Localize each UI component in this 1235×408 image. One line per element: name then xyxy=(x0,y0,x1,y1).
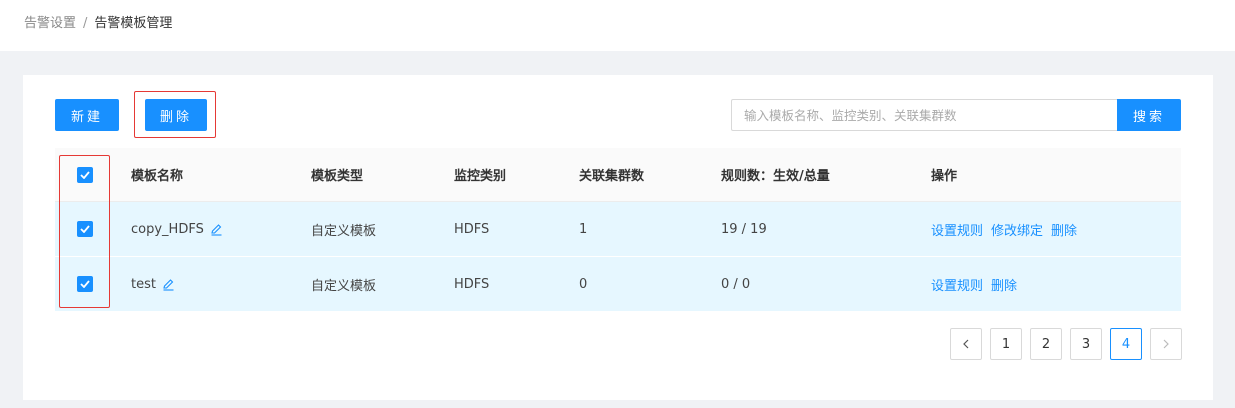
breadcrumb-current: 告警模板管理 xyxy=(94,16,173,31)
set-rules-link[interactable]: 设置规则 xyxy=(931,220,983,239)
rule-count: 0 / 0 xyxy=(721,276,751,292)
check-icon xyxy=(80,225,90,233)
column-header-rules: 规则数：生效/总量 xyxy=(721,169,830,184)
chevron-left-icon xyxy=(963,339,969,349)
check-icon xyxy=(80,170,90,179)
pagination-page-1[interactable]: 1 xyxy=(990,328,1022,360)
template-type: 自定义模板 xyxy=(311,278,377,294)
row-checkbox[interactable] xyxy=(77,276,93,292)
monitor-category: HDFS xyxy=(454,221,490,237)
pagination-prev[interactable] xyxy=(950,328,982,360)
monitor-category: HDFS xyxy=(454,276,490,292)
table-header: 模板名称 模板类型 监控类别 关联集群数 规则数：生效/总量 操作 xyxy=(55,148,1181,202)
breadcrumb-parent[interactable]: 告警设置 xyxy=(24,16,76,31)
row-checkbox-cell xyxy=(77,202,93,256)
row-checkbox[interactable] xyxy=(77,221,93,237)
template-name: copy_HDFS xyxy=(131,221,204,237)
template-name-cell: test xyxy=(131,257,175,311)
header-checkbox-cell xyxy=(77,148,93,201)
set-rules-link[interactable]: 设置规则 xyxy=(931,275,983,294)
table-row: test 自定义模板 HDFS 0 0 / 0 设置规则 删除 xyxy=(55,257,1181,312)
column-header-name: 模板名称 xyxy=(131,169,184,184)
table-row: copy_HDFS 自定义模板 HDFS 1 19 / 19 设置规则 修改绑定… xyxy=(55,202,1181,257)
row-actions: 设置规则 修改绑定 删除 xyxy=(931,202,1085,256)
breadcrumb: 告警设置 / 告警模板管理 xyxy=(24,15,172,33)
delete-button[interactable]: 删除 xyxy=(145,99,207,131)
breadcrumb-separator: / xyxy=(83,16,88,31)
pagination-page-4[interactable]: 4 xyxy=(1110,328,1142,360)
template-table: 模板名称 模板类型 监控类别 关联集群数 规则数：生效/总量 操作 copy_H… xyxy=(55,148,1181,312)
pagination-page-2[interactable]: 2 xyxy=(1030,328,1062,360)
template-name: test xyxy=(131,276,156,292)
new-button[interactable]: 新建 xyxy=(55,99,119,131)
column-header-category: 监控类别 xyxy=(454,169,507,184)
check-icon xyxy=(80,280,90,288)
pagination-page-3[interactable]: 3 xyxy=(1070,328,1102,360)
top-bar: 告警设置 / 告警模板管理 xyxy=(0,0,1235,51)
edit-binding-link[interactable]: 修改绑定 xyxy=(991,220,1043,239)
template-name-cell: copy_HDFS xyxy=(131,202,223,256)
pencil-icon[interactable] xyxy=(162,278,175,291)
select-all-checkbox[interactable] xyxy=(77,166,93,183)
row-actions: 设置规则 删除 xyxy=(931,257,1025,311)
pencil-icon[interactable] xyxy=(210,223,223,236)
column-header-actions: 操作 xyxy=(931,169,958,184)
delete-link[interactable]: 删除 xyxy=(1051,220,1077,239)
template-type: 自定义模板 xyxy=(311,223,377,239)
chevron-right-icon xyxy=(1163,339,1169,349)
column-header-type: 模板类型 xyxy=(311,169,364,184)
rule-count: 19 / 19 xyxy=(721,221,767,237)
content-card: 新建 删除 搜索 模板名称 模板类型 监控类别 关联集群数 规则数：生效/总量 … xyxy=(23,75,1213,400)
cluster-count: 1 xyxy=(579,221,588,237)
column-header-clusters: 关联集群数 xyxy=(579,169,645,184)
cluster-count: 0 xyxy=(579,276,588,292)
row-checkbox-cell xyxy=(77,257,93,311)
search-button[interactable]: 搜索 xyxy=(1117,99,1181,131)
delete-link[interactable]: 删除 xyxy=(991,275,1017,294)
pagination-next[interactable] xyxy=(1150,328,1182,360)
search-input[interactable] xyxy=(731,99,1118,131)
